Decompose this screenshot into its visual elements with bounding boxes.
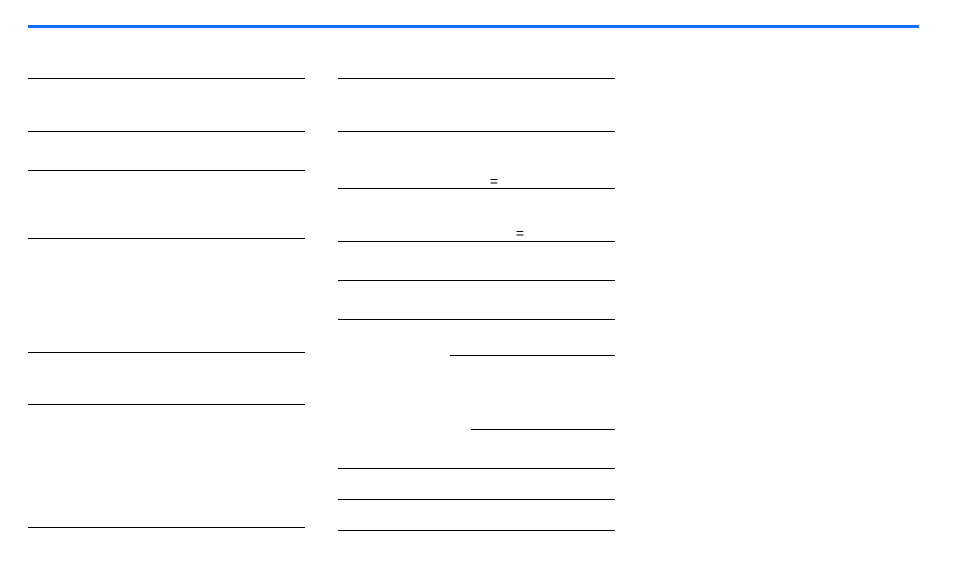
blank-line: [338, 280, 615, 281]
blank-line: [338, 78, 615, 79]
blank-line: [338, 131, 615, 132]
blank-line: [28, 131, 305, 132]
blank-line: [471, 429, 615, 430]
blank-line: [338, 499, 615, 500]
blank-line: [28, 238, 305, 239]
blank-line: [338, 530, 615, 531]
equals-sign: =: [516, 226, 524, 240]
blank-line: [28, 527, 305, 528]
blank-line: [28, 404, 305, 405]
blank-line: [338, 319, 615, 320]
blank-line: [28, 170, 305, 171]
blank-line: [338, 188, 615, 189]
blank-line: [28, 78, 305, 79]
top-rule: [28, 25, 919, 28]
blank-line: [338, 468, 615, 469]
blank-line: [28, 352, 305, 353]
blank-line: [450, 355, 615, 356]
blank-line: [338, 241, 615, 242]
equals-sign: =: [490, 174, 498, 188]
